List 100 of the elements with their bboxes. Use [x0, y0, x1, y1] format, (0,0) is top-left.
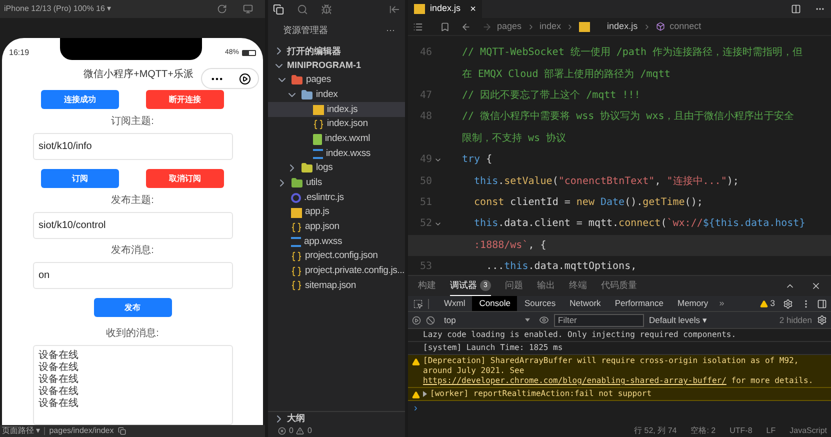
back-icon[interactable] — [461, 22, 471, 32]
filter-field[interactable]: Filter — [554, 314, 644, 326]
devtools-tab[interactable]: Wxml — [437, 296, 472, 311]
file-tree-item[interactable]: logs — [268, 161, 405, 176]
dropdown-arrow-icon[interactable] — [525, 318, 530, 322]
dock-icon[interactable] — [817, 298, 827, 308]
settings-icon[interactable] — [783, 298, 793, 308]
status-item[interactable]: 行 52, 列 74 — [634, 425, 677, 437]
action-button[interactable]: 断开连接 — [146, 90, 224, 109]
file-tree-item[interactable]: app.js — [268, 205, 405, 220]
file-tree-item[interactable]: index — [268, 88, 405, 102]
code-line: // 因此不要忘了带上这个 /mqtt !!! — [462, 88, 640, 103]
path-menu[interactable]: 页面路径 ▾ — [2, 425, 40, 437]
close-icon[interactable] — [811, 281, 821, 291]
file-tree-item[interactable]: index.js — [268, 102, 405, 118]
input-field[interactable]: on — [32, 262, 232, 289]
console-prompt[interactable]: › — [408, 401, 831, 416]
status-item[interactable]: 空格: 2 — [690, 425, 716, 437]
warning-count[interactable]: 3 — [770, 297, 775, 310]
warning-icon[interactable] — [760, 300, 768, 308]
js-file-icon — [414, 4, 425, 14]
editor-tab[interactable]: index.js × — [408, 0, 482, 18]
collapse-icon[interactable] — [389, 4, 400, 14]
panel-tab[interactable]: 代码质量 — [601, 276, 637, 296]
action-button[interactable]: 发布 — [94, 298, 172, 317]
action-button[interactable]: 连接成功 — [41, 90, 119, 109]
close-tab-button[interactable]: × — [470, 2, 476, 16]
file-tree-item[interactable]: sitemap.json — [268, 278, 405, 294]
bookmark-icon[interactable] — [440, 22, 450, 32]
line-number: 47 — [418, 88, 432, 103]
link[interactable]: https://developer.chrome.com/blog/enabling-shared-array-buffer/ — [423, 376, 726, 385]
error-icon[interactable] — [278, 427, 286, 435]
files-icon[interactable] — [273, 4, 284, 14]
file-tree-item[interactable]: pages — [268, 73, 405, 88]
devtools-tab[interactable]: Console — [472, 296, 518, 311]
folder-icon — [301, 162, 313, 174]
warning-count[interactable]: 0 — [307, 425, 312, 437]
clear-icon[interactable] — [426, 316, 435, 324]
folder-icon — [301, 89, 313, 102]
bug-icon[interactable] — [321, 4, 332, 14]
eye-icon[interactable] — [539, 315, 549, 325]
warning-icon[interactable] — [296, 427, 304, 435]
line-number: 51 — [418, 196, 432, 210]
action-button[interactable]: 订阅 — [41, 169, 119, 188]
file-tree-item[interactable]: index.wxml — [268, 132, 405, 146]
page-title: 微信小程序+MQTT+乐派 — [83, 68, 194, 82]
levels-menu[interactable]: Default levels ▾ — [649, 314, 708, 326]
file-tree-item[interactable]: index.wxss — [268, 146, 405, 162]
expand-arrow-icon[interactable] — [423, 391, 427, 397]
settings-icon[interactable] — [817, 315, 827, 325]
file-tree-item[interactable]: app.wxss — [268, 234, 405, 250]
file-tree-item[interactable]: utils — [268, 176, 405, 190]
action-button[interactable]: 取消订阅 — [146, 169, 224, 188]
breadcrumb[interactable]: index — [540, 20, 562, 34]
code-line: try { — [462, 153, 492, 168]
devtools-tab[interactable]: Sources — [517, 296, 563, 311]
breadcrumb[interactable]: pages — [497, 20, 522, 34]
devtools-tab[interactable]: Memory — [670, 296, 716, 311]
devtools-tab[interactable]: Performance — [608, 296, 670, 311]
code-line: // MQTT-WebSocket 统一使用 /path 作为连接路径，连接时需指明，但 — [462, 46, 803, 60]
copy-icon[interactable] — [118, 427, 126, 435]
window-icon[interactable] — [243, 4, 253, 14]
hidden-count: 2 hidden — [779, 314, 812, 326]
file-tree-item[interactable]: project.config.json — [268, 249, 405, 264]
file-tree-item[interactable]: app.json — [268, 220, 405, 235]
status-time: 16:19 — [9, 47, 30, 59]
input-field[interactable]: siot/k10/control — [32, 212, 232, 239]
section-header[interactable]: MINIPROGRAM-1 — [268, 58, 405, 73]
battery-icon — [242, 50, 256, 56]
file-tree-item[interactable]: .eslintrc.js — [268, 190, 405, 206]
panel-tab[interactable]: 构建 — [418, 276, 436, 296]
file-tree-item[interactable]: index.json — [268, 117, 405, 132]
more-menu[interactable]: ··· — [386, 24, 395, 38]
list-icon[interactable] — [413, 22, 423, 32]
devtools-tab[interactable]: Network — [562, 296, 608, 311]
panel-tab[interactable]: 输出 — [537, 276, 555, 296]
panel-tab[interactable]: 终端 — [569, 276, 587, 296]
panel-tab[interactable]: 问题 — [505, 276, 523, 296]
status-item[interactable]: LF — [766, 425, 776, 437]
message-line: 设备在线 — [38, 398, 80, 410]
console-message: [system] Launch Time: 1825 ms — [423, 343, 563, 353]
section-header[interactable]: 打开的编辑器 — [268, 44, 405, 58]
code-line: const clientId = new Date().getTime(); — [473, 196, 703, 210]
status-item[interactable]: JavaScript — [790, 425, 827, 437]
capsule-menu[interactable] — [201, 68, 259, 89]
breadcrumb[interactable]: index.js — [607, 20, 638, 34]
more-tabs-button[interactable]: » — [719, 296, 724, 310]
folder-icon — [291, 74, 303, 86]
file-tree-item[interactable]: project.private.config.js... — [268, 264, 405, 279]
input-field[interactable]: siot/k10/info — [32, 133, 232, 160]
split-editor-icon[interactable] — [791, 4, 801, 14]
context-select[interactable]: top — [440, 314, 530, 326]
breadcrumb[interactable]: connect — [670, 20, 702, 34]
error-count[interactable]: 0 — [289, 425, 294, 437]
inspect-icon[interactable] — [413, 298, 423, 308]
message-line: 设备在线 — [38, 362, 80, 374]
field-label: 发布消息: — [111, 244, 154, 258]
status-item[interactable]: UTF-8 — [730, 425, 752, 437]
search-icon[interactable] — [297, 4, 308, 14]
rotate-icon[interactable] — [217, 4, 227, 14]
